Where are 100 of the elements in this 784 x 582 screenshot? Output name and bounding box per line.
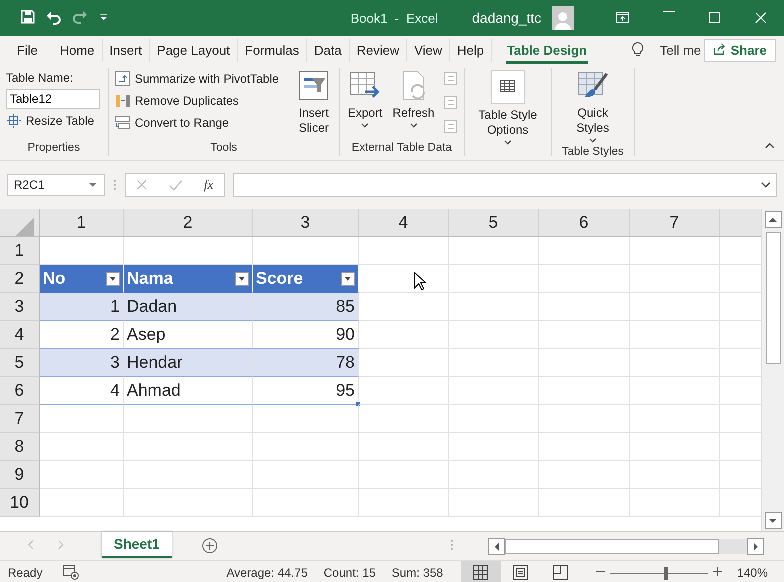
- sheet-cell[interactable]: [630, 489, 720, 517]
- name-box[interactable]: R2C1: [7, 174, 105, 196]
- formula-field[interactable]: [233, 173, 777, 197]
- sheet-cell[interactable]: [630, 237, 720, 265]
- sheet-cell[interactable]: [359, 349, 449, 377]
- horizontal-scrollbar[interactable]: [488, 539, 764, 554]
- sheet-cell[interactable]: [253, 433, 359, 461]
- sheet-cell[interactable]: [359, 293, 449, 321]
- sheet-cell[interactable]: [539, 377, 630, 405]
- sheet-cell[interactable]: [40, 433, 124, 461]
- resize-handle[interactable]: [356, 402, 360, 406]
- sheet-cell[interactable]: [630, 461, 720, 489]
- sheet-cell[interactable]: [449, 321, 539, 349]
- sheet-cell[interactable]: [359, 237, 449, 265]
- ribbon-tab[interactable]: Table Design: [500, 38, 594, 62]
- sheet-cell[interactable]: [449, 405, 539, 433]
- zoom-level[interactable]: 140%: [737, 566, 768, 580]
- ribbon-tab[interactable]: Insert: [102, 38, 150, 62]
- refresh-button[interactable]: Refresh: [390, 68, 437, 142]
- column-header[interactable]: 2: [124, 209, 253, 237]
- view-button[interactable]: [461, 561, 502, 582]
- sheet-cell[interactable]: [40, 405, 124, 433]
- sheet-cell[interactable]: [124, 405, 253, 433]
- row-header[interactable]: 5: [0, 349, 40, 377]
- sheet-cell[interactable]: [630, 377, 720, 405]
- insert-function-button[interactable]: fx: [204, 177, 214, 193]
- vertical-scrollbar[interactable]: [761, 209, 784, 531]
- sheet-cell[interactable]: [449, 293, 539, 321]
- sheet-cell[interactable]: [539, 349, 630, 377]
- sheet-cell[interactable]: [40, 461, 124, 489]
- ribbon-tab[interactable]: View: [407, 38, 450, 62]
- sheet-cell[interactable]: [449, 461, 539, 489]
- column-header[interactable]: 4: [359, 209, 449, 237]
- sheet-cell[interactable]: [539, 433, 630, 461]
- share-button[interactable]: Share: [704, 38, 776, 62]
- ribbon-tab[interactable]: Review: [350, 38, 408, 62]
- sheet-cell[interactable]: [539, 489, 630, 517]
- row-header[interactable]: 10: [0, 489, 40, 517]
- sheet-cell[interactable]: [253, 489, 359, 517]
- column-header[interactable]: 1: [40, 209, 124, 237]
- sheet-cell[interactable]: [449, 237, 539, 265]
- sheet-cell[interactable]: [539, 237, 630, 265]
- sheet-cell[interactable]: [124, 461, 253, 489]
- user-name[interactable]: dadang_ttc: [472, 10, 542, 26]
- avatar-icon[interactable]: [552, 6, 574, 30]
- sheet-cell[interactable]: [40, 489, 124, 517]
- ribbon-tab[interactable]: Page Layout: [150, 38, 238, 62]
- column-header[interactable]: 6: [539, 209, 630, 237]
- filter-dropdown-button[interactable]: [341, 272, 355, 286]
- table-name-field[interactable]: Table12: [6, 89, 100, 109]
- filter-dropdown-button[interactable]: [106, 272, 120, 286]
- sheet-cell[interactable]: [449, 433, 539, 461]
- column-header[interactable]: 7: [630, 209, 720, 237]
- row-header[interactable]: 4: [0, 321, 40, 349]
- sheet-cell[interactable]: [124, 489, 253, 517]
- sheet-cell[interactable]: [539, 265, 630, 293]
- sheet-cell[interactable]: [539, 293, 630, 321]
- sheet-cell[interactable]: [449, 377, 539, 405]
- column-header[interactable]: [720, 209, 762, 237]
- table-style-options-button[interactable]: Table Style Options: [471, 68, 545, 148]
- insert-slicer-button[interactable]: Insert Slicer: [295, 68, 333, 142]
- sheet-cell[interactable]: [539, 321, 630, 349]
- export-button[interactable]: Export: [346, 68, 385, 142]
- tell-me-field[interactable]: Tell me: [660, 42, 702, 58]
- tool-button[interactable]: Summarize with PivotTable: [115, 71, 280, 87]
- row-header[interactable]: 3: [0, 293, 40, 321]
- ribbon-tab[interactable]: Help: [450, 38, 492, 62]
- sheet-tab[interactable]: Sheet1: [102, 532, 172, 558]
- undo-button[interactable]: [46, 10, 62, 26]
- ribbon-tab[interactable]: File: [10, 38, 45, 62]
- row-header[interactable]: 9: [0, 461, 40, 489]
- zoom-slider[interactable]: [610, 566, 708, 580]
- sheet-cell[interactable]: [253, 461, 359, 489]
- filter-dropdown-button[interactable]: [235, 272, 249, 286]
- sheet-cell[interactable]: [539, 461, 630, 489]
- sheet-cell[interactable]: [253, 405, 359, 433]
- sheet-cell[interactable]: [449, 489, 539, 517]
- sheet-cell[interactable]: [630, 321, 720, 349]
- sheet-cell[interactable]: [449, 349, 539, 377]
- sheet-cell[interactable]: [124, 433, 253, 461]
- row-header[interactable]: 1: [0, 237, 40, 265]
- ribbon-tab[interactable]: Data: [307, 38, 350, 62]
- row-header[interactable]: 8: [0, 433, 40, 461]
- tool-button[interactable]: Convert to Range: [115, 115, 280, 131]
- sheet-cell[interactable]: [630, 405, 720, 433]
- sheet-cell[interactable]: [359, 489, 449, 517]
- row-header[interactable]: 2: [0, 265, 40, 293]
- sheet-cell[interactable]: [630, 293, 720, 321]
- sheet-cell[interactable]: [449, 265, 539, 293]
- sheet-cell[interactable]: [630, 433, 720, 461]
- sheet-cell[interactable]: [359, 433, 449, 461]
- sheet-cell[interactable]: [359, 461, 449, 489]
- sheet-cell[interactable]: [359, 377, 449, 405]
- column-header[interactable]: 3: [253, 209, 359, 237]
- sheet-cell[interactable]: [539, 405, 630, 433]
- row-header[interactable]: 6: [0, 377, 40, 405]
- sheet-cell[interactable]: [359, 321, 449, 349]
- sheet-cell[interactable]: [630, 349, 720, 377]
- sheet-cell[interactable]: [359, 405, 449, 433]
- ribbon-tab[interactable]: Home: [52, 38, 103, 62]
